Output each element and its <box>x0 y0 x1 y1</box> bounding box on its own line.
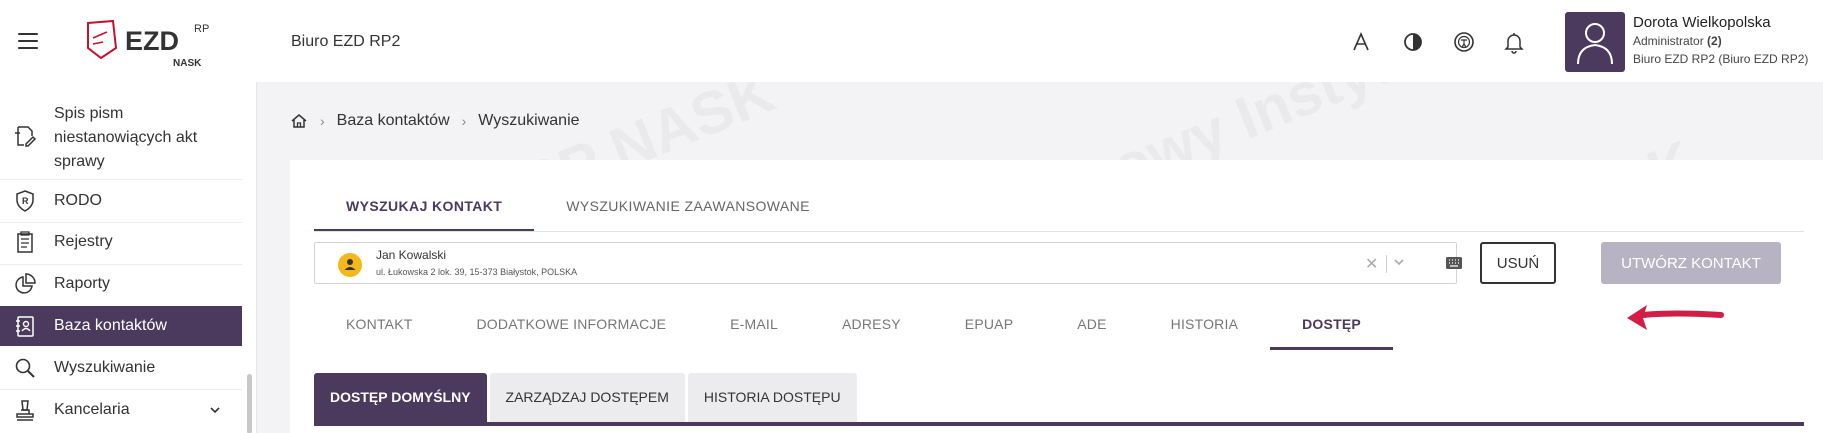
sidebar-item-baza-kontaktow[interactable]: Baza kontaktów <box>0 306 242 346</box>
svg-text:R: R <box>22 196 29 206</box>
sidebar-item-label: Rejestry <box>54 233 113 250</box>
clear-icon[interactable]: ✕ <box>1365 254 1378 274</box>
contact-address: ul. Łukowska 2 lok. 39, 15-373 Białystok… <box>376 267 578 277</box>
breadcrumb-separator: › <box>320 113 325 129</box>
access-tabs-underline <box>314 422 1804 426</box>
tab-zarzadzaj-dostepem[interactable]: ZARZĄDZAJ DOSTĘPEM <box>489 373 685 423</box>
document-edit-icon <box>15 126 37 147</box>
search-icon <box>15 358 35 378</box>
svg-text:RP: RP <box>194 23 209 35</box>
rodo-shield-icon: R <box>16 190 34 212</box>
tab-historia-dostepu[interactable]: HISTORIA DOSTĘPU <box>687 373 857 423</box>
sidebar-item-label: Baza kontaktów <box>54 317 167 334</box>
tab-email[interactable]: E-MAIL <box>698 309 810 350</box>
office-name: Biuro EZD RP2 <box>291 33 401 50</box>
sidebar-item-rodo[interactable]: R RODO <box>0 181 242 221</box>
chevron-down-icon[interactable] <box>209 404 221 416</box>
user-unit: Biuro EZD RP2 (Biuro EZD RP2) <box>1633 52 1809 66</box>
sidebar-item-spis-pism[interactable]: Spis pism niestanowiących akt sprawy <box>0 94 242 176</box>
sidebar-item-kancelaria[interactable]: Kancelaria <box>0 390 242 430</box>
sidebar-item-label: Wyszukiwanie <box>54 359 156 376</box>
tab-dostep[interactable]: DOSTĘP <box>1270 309 1393 350</box>
tab-ade[interactable]: ADE <box>1045 309 1138 350</box>
accessibility-icon[interactable] <box>1452 30 1476 54</box>
contact-name: Jan Kowalski <box>376 248 447 262</box>
sidebar-item-rejestry[interactable]: Rejestry <box>0 222 242 262</box>
tab-dostep-domyslny[interactable]: DOSTĘP DOMYŚLNY <box>314 373 487 423</box>
registry-icon <box>17 231 33 253</box>
top-header: EZD RP NASK Biuro EZD RP2 Dorota Wielkop… <box>0 0 1823 82</box>
sidebar-item-wyszukiwanie[interactable]: Wyszukiwanie <box>0 348 242 388</box>
breadcrumb-item-wyszukiwanie: Wyszukiwanie <box>478 112 580 129</box>
breadcrumb-item-baza-kontaktow[interactable]: Baza kontaktów <box>337 112 450 130</box>
chevron-down-icon[interactable] <box>1392 255 1406 269</box>
svg-text:EZD: EZD <box>125 26 179 56</box>
keyboard-icon[interactable] <box>1445 256 1463 270</box>
home-icon[interactable] <box>290 112 308 130</box>
user-avatar[interactable] <box>1565 12 1625 72</box>
access-tabs: DOSTĘP DOMYŚLNY ZARZĄDZAJ DOSTĘPEM HISTO… <box>314 373 860 423</box>
tab-kontakt[interactable]: KONTAKT <box>314 309 444 350</box>
svg-text:NASK: NASK <box>173 58 202 68</box>
tab-epuap[interactable]: EPUAP <box>933 309 1045 350</box>
breadcrumb-separator: › <box>461 113 467 129</box>
remove-button[interactable]: USUŃ <box>1480 242 1556 284</box>
create-contact-button[interactable]: UTWÓRZ KONTAKT <box>1601 242 1781 284</box>
contrast-icon[interactable] <box>1401 30 1425 54</box>
tab-wyszukaj-kontakt[interactable]: WYSZUKAJ KONTAKT <box>314 186 535 232</box>
field-divider <box>1386 255 1387 273</box>
tab-dodatkowe-informacje[interactable]: DODATKOWE INFORMACJE <box>444 309 698 350</box>
contact-avatar <box>338 253 362 277</box>
sidebar-item-label: RODO <box>54 192 102 209</box>
tabs-divider <box>314 231 1804 232</box>
sidebar-item-label: Kancelaria <box>54 401 130 418</box>
tab-adresy[interactable]: ADRESY <box>810 309 933 350</box>
breadcrumb: › Baza kontaktów › Wyszukiwanie <box>290 112 580 130</box>
font-size-icon[interactable] <box>1349 30 1373 54</box>
sidebar-item-label: Spis pism niestanowiących akt sprawy <box>54 105 198 170</box>
tab-wyszukiwanie-zaawansowane[interactable]: WYSZUKIWANIE ZAAWANSOWANE <box>534 186 842 232</box>
stamp-icon <box>16 400 34 421</box>
bell-icon[interactable] <box>1502 30 1526 54</box>
sidebar-scrollbar[interactable] <box>247 374 252 433</box>
sidebar-item-label: Raporty <box>54 275 111 292</box>
sidebar-item-raporty[interactable]: Raporty <box>0 264 242 304</box>
contacts-icon <box>16 316 34 337</box>
contact-card: WYSZUKAJ KONTAKT WYSZUKIWANIE ZAAWANSOWA… <box>290 160 1823 433</box>
user-role: Administrator <box>1633 34 1704 48</box>
hamburger-menu-icon[interactable] <box>18 33 38 49</box>
user-name: Dorota Wielkopolska <box>1633 14 1771 31</box>
contact-detail-tabs: KONTAKT DODATKOWE INFORMACJE E-MAIL ADRE… <box>314 309 1393 350</box>
tab-historia[interactable]: HISTORIA <box>1139 309 1270 350</box>
user-info[interactable]: Dorota Wielkopolska Administrator (2) Bi… <box>1633 14 1808 68</box>
pie-chart-icon <box>15 273 36 294</box>
annotation-arrow-icon <box>1627 305 1724 330</box>
user-role-line: Administrator (2) <box>1633 32 1808 50</box>
app-logo[interactable]: EZD RP NASK <box>83 18 233 69</box>
main-tabs: WYSZUKAJ KONTAKT WYSZUKIWANIE ZAAWANSOWA… <box>314 186 842 232</box>
sidebar: Spis pism niestanowiących akt sprawy R R… <box>0 82 257 433</box>
contact-select-field[interactable]: Jan Kowalski ul. Łukowska 2 lok. 39, 15-… <box>314 242 1462 284</box>
user-role-count: (2) <box>1707 34 1722 48</box>
